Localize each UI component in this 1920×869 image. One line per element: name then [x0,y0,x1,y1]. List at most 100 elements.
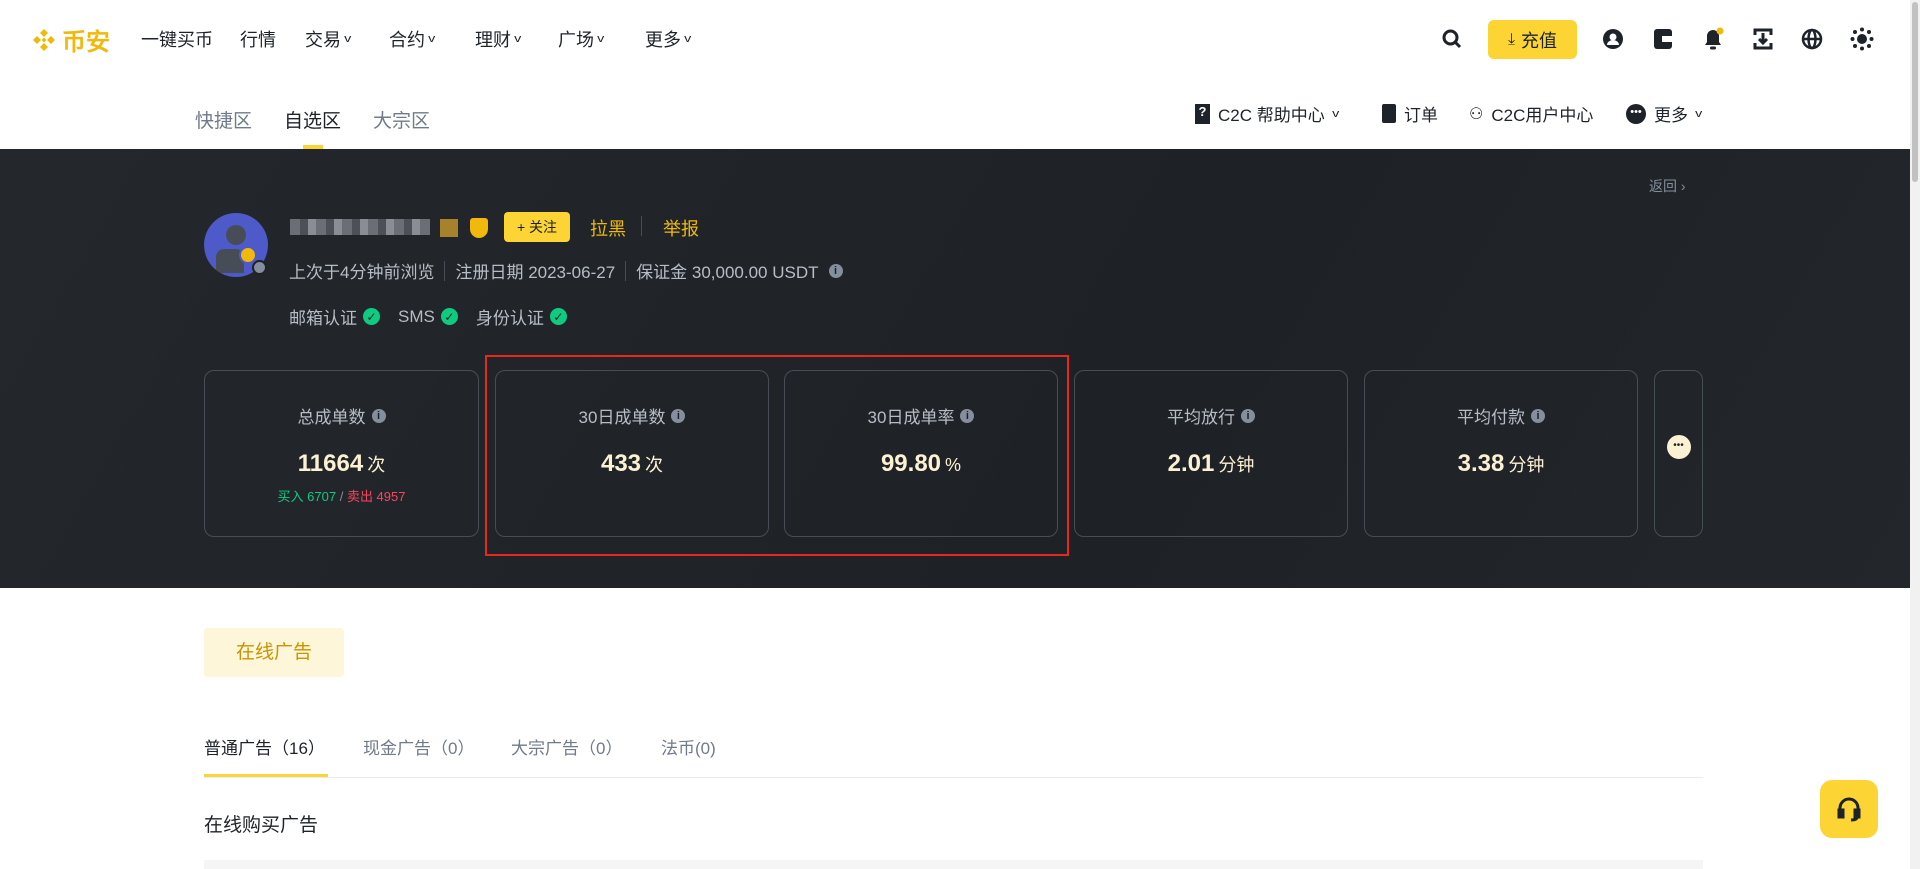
stat-value: 11664 [297,450,364,477]
merchant-level-icon [440,219,458,237]
check-icon: ✓ [549,308,567,325]
chevron-down-icon: v [1331,107,1340,120]
download-icon: ⤓ [1507,30,1516,48]
nav-label: 广场 [558,30,594,50]
more-stats-button[interactable]: ••• [1654,370,1703,537]
chevron-down-icon: v [684,33,692,45]
scrollbar-thumb[interactable] [1912,2,1918,182]
binance-logo[interactable]: 币安 [30,22,110,57]
info-icon[interactable]: i [828,263,843,278]
tab-fiat-ads[interactable]: 法币(0) [661,734,716,759]
separator: / [339,489,344,504]
stat-unit: 分钟 [1218,455,1255,475]
chevron-down-icon: v [514,33,522,45]
logo-text: 币安 [62,29,110,56]
stat-card-avg-payment: 平均付款 i 3.38 分钟 [1364,370,1638,537]
nav-buy-crypto[interactable]: 一键买币 [141,26,213,52]
nav-label: 合约 [389,30,425,50]
more-icon: ••• [1666,435,1691,459]
tabs-divider [204,777,1703,778]
info-icon[interactable]: i [371,408,386,423]
tab-block[interactable]: 大宗区 [373,106,430,133]
stat-value: 3.38 [1457,450,1505,477]
active-tab-indicator [204,774,328,777]
search-icon[interactable] [1440,27,1464,51]
back-link[interactable]: 返回 › [1649,176,1686,196]
more-icon: ••• [1626,103,1646,124]
nav-label: 交易 [305,30,341,50]
nav-square[interactable]: 广场 v [558,26,604,52]
last-seen: 上次于4分钟前浏览 [289,263,435,282]
more-menu[interactable]: ••• 更多 v [1626,101,1702,126]
chevron-right-icon: › [1680,178,1686,194]
user-center-link[interactable]: ⚇ C2C用户中心 [1469,101,1593,126]
tab-block-ads[interactable]: 大宗广告（0） [511,734,622,759]
nav-more[interactable]: 更多 v [645,26,691,52]
user-icon[interactable] [1601,27,1625,51]
document-icon [1382,104,1396,123]
email-verified: 邮箱认证 [289,309,357,328]
help-center-label: C2C 帮助中心 [1218,106,1325,125]
nav-label: 行情 [240,30,276,50]
section-title: 在线购买广告 [204,815,319,836]
nav-futures[interactable]: 合约 v [389,26,435,52]
register-date: 注册日期 2023-06-27 [455,263,616,282]
users-icon: ⚇ [1469,105,1484,123]
globe-icon[interactable] [1800,27,1824,51]
highlight-box [485,355,1069,556]
tab-express[interactable]: 快捷区 [195,106,252,133]
chevron-down-icon: v [1695,107,1703,120]
nav-label: 一键买币 [141,30,213,50]
back-label: 返回 [1649,178,1677,194]
security-deposit: 保证金 30,000.00 USDT [636,263,819,282]
more-label: 更多 [1654,106,1688,125]
tab-normal-ads[interactable]: 普通广告（16） [204,734,325,759]
info-icon[interactable]: i [1531,408,1545,423]
deposit-button[interactable]: ⤓ 充值 [1488,20,1577,59]
theme-icon[interactable] [1850,27,1874,51]
help-center-menu[interactable]: ? C2C 帮助中心 v [1195,101,1340,126]
wallet-icon[interactable] [1651,27,1675,51]
ads-table-header [204,860,1703,869]
nav-earn[interactable]: 理财 v [475,26,521,52]
stat-card-avg-release: 平均放行 i 2.01 分钟 [1074,370,1348,537]
orders-link[interactable]: 订单 [1382,101,1438,126]
bell-icon[interactable] [1701,27,1725,51]
stat-label: 总成单数 [297,408,366,427]
block-link[interactable]: 拉黑 [590,215,626,241]
headset-icon [1837,797,1861,822]
download-icon[interactable] [1751,27,1775,51]
chevron-down-icon: v [428,33,436,45]
info-icon[interactable]: i [1241,408,1255,423]
sell-count: 卖出 4957 [346,489,406,504]
merchant-info-row: 上次于4分钟前浏览 注册日期 2023-06-27 保证金 30,000.00 … [289,258,843,283]
help-icon: ? [1195,103,1210,124]
stat-label: 平均放行 [1167,408,1235,427]
report-link[interactable]: 举报 [663,215,699,241]
nav-label: 更多 [645,30,681,50]
check-icon: ✓ [440,308,458,325]
orders-label: 订单 [1404,106,1438,125]
follow-button[interactable]: + 关注 [504,212,570,242]
user-center-label: C2C用户中心 [1491,106,1594,125]
stat-unit: 分钟 [1508,455,1545,475]
username-blurred [290,219,430,235]
nav-trade[interactable]: 交易 v [305,26,351,52]
chevron-down-icon: v [597,33,605,45]
deposit-label: 充值 [1521,30,1558,51]
scrollbar[interactable] [1910,0,1920,869]
nav-label: 理财 [475,30,511,50]
id-verified: 身份认证 [475,309,544,328]
divider [625,260,627,281]
nav-markets[interactable]: 行情 [240,26,276,52]
chevron-down-icon: v [344,33,352,45]
support-chat-button[interactable] [1820,780,1878,838]
tab-cash-ads[interactable]: 现金广告（0） [363,734,474,759]
shield-icon [470,218,488,238]
stat-label: 平均付款 [1457,408,1525,427]
tab-p2p[interactable]: 自选区 [284,106,341,133]
divider [444,260,446,281]
binance-logo-icon [33,28,55,51]
sms-verified: SMS [398,306,435,326]
online-ads-button[interactable]: 在线广告 [204,628,344,677]
